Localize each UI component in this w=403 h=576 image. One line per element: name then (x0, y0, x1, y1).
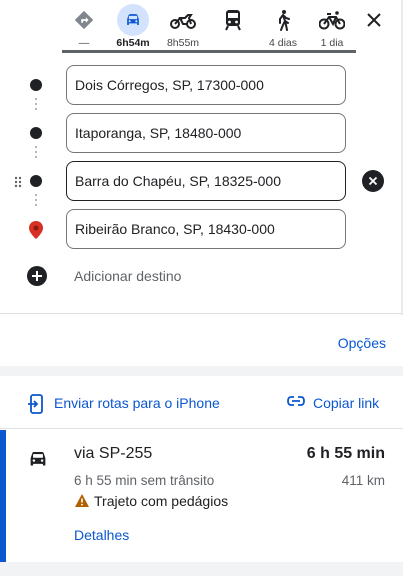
selected-route-indicator (0, 430, 6, 562)
diamond-turn-icon (68, 4, 100, 36)
close-icon (368, 176, 378, 186)
waypoint-dot-icon (30, 175, 42, 187)
route-connector-dots (35, 194, 37, 209)
mode-motorcycle[interactable]: 8h55m (163, 0, 203, 52)
car-icon (30, 452, 46, 466)
route-connector-dots (35, 146, 37, 161)
mode-walk[interactable]: 4 dias (263, 0, 303, 52)
walking-icon (267, 4, 299, 36)
route-duration: 6 h 55 min (306, 445, 385, 462)
mode-car[interactable]: 6h54m (113, 0, 153, 52)
waypoint-input-2[interactable]: Itaporanga, SP, 18480-000 (66, 113, 346, 153)
section-gap (0, 366, 403, 376)
route-via: via SP-255 (74, 445, 153, 462)
close-directions-button[interactable] (362, 8, 386, 32)
add-destination-button[interactable]: Adicionar destino (0, 263, 403, 291)
mode-bike-label: 1 dia (320, 37, 344, 49)
toll-warning-text: Trajeto com pedágios (94, 493, 229, 509)
remove-waypoint-button[interactable] (362, 170, 384, 192)
car-icon (117, 4, 149, 36)
waypoint-row-3: Barra do Chapéu, SP, 18325-000 (0, 161, 403, 201)
link-icon (287, 396, 305, 406)
close-icon (367, 13, 381, 27)
drag-handle-icon[interactable] (14, 175, 22, 193)
route-connector-dots (35, 98, 37, 113)
waypoint-dot-icon (30, 79, 42, 91)
waypoint-row-2: Itaporanga, SP, 18480-000 (0, 113, 403, 153)
waypoint-input-4[interactable]: Ribeirão Branco, SP, 18430-000 (66, 209, 346, 249)
mode-transit[interactable] (213, 0, 253, 52)
send-to-iphone-link[interactable]: Enviar rotas para o iPhone (54, 395, 220, 411)
route-no-traffic-time: 6 h 55 min sem trânsito (74, 473, 215, 488)
send-to-phone-icon (28, 394, 43, 414)
travel-mode-bar: — 6h54m 8h55m 4 dias 1 dia (60, 0, 360, 52)
mode-selector-underline (62, 50, 356, 53)
bicycle-icon (316, 4, 348, 36)
mode-motorcycle-label: 8h55m (166, 37, 200, 49)
add-destination-label: Adicionar destino (74, 268, 182, 284)
route-distance: 411 km (341, 473, 385, 488)
waypoint-input-3[interactable]: Barra do Chapéu, SP, 18325-000 (66, 161, 346, 201)
waypoint-input-1[interactable]: Dois Córregos, SP, 17300-000 (66, 65, 346, 105)
motorcycle-icon (167, 4, 199, 36)
plus-icon (27, 266, 47, 286)
warning-icon (75, 494, 89, 507)
mode-bike[interactable]: 1 dia (312, 0, 352, 52)
copy-link-button[interactable]: Copiar link (313, 395, 379, 411)
waypoint-dot-icon (30, 127, 42, 139)
options-link[interactable]: Opções (338, 335, 386, 351)
divider (0, 428, 403, 429)
waypoint-row-4: Ribeirão Branco, SP, 18430-000 (0, 209, 403, 249)
mode-best-route[interactable]: — (64, 0, 104, 52)
share-row: Enviar rotas para o iPhone Copiar link (0, 388, 403, 420)
route-option-card[interactable]: via SP-255 6 h 55 min 6 h 55 min sem trâ… (0, 430, 403, 562)
train-icon (217, 4, 249, 36)
divider (0, 313, 403, 314)
destination-pin-icon (29, 221, 43, 239)
route-details-link[interactable]: Detalhes (74, 527, 129, 543)
waypoint-row-1: Dois Córregos, SP, 17300-000 (0, 65, 403, 105)
section-gap (0, 562, 403, 576)
